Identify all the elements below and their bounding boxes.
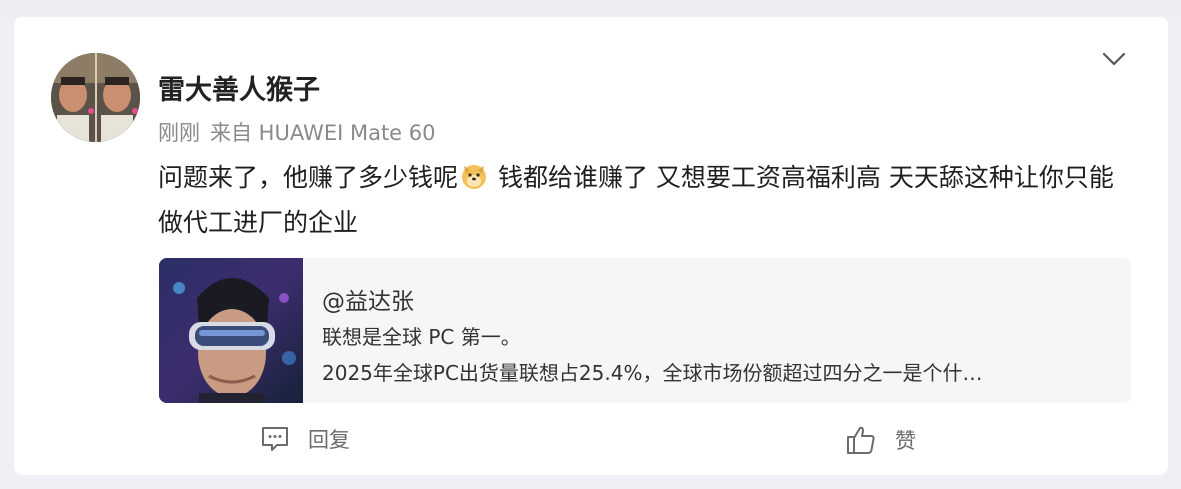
reply-label: 回复 <box>308 428 350 452</box>
reply-button[interactable]: 回复 <box>260 424 350 454</box>
thumbs-up-icon <box>845 424 877 456</box>
post-meta: 刚刚 来自 HUAWEI Mate 60 <box>158 117 436 147</box>
chevron-down-icon[interactable] <box>1100 48 1128 70</box>
post-text-part1: 问题来了，他赚了多少钱呢 <box>158 163 459 192</box>
quoted-post-line1: 联想是全球 PC 第一。 <box>322 325 521 349</box>
comment-icon <box>260 424 290 454</box>
post-time: 刚刚 <box>158 121 200 145</box>
top-strip <box>0 0 1181 14</box>
quoted-post-line2: 2025年全球PC出货量联想占25.4%，全球市场份额超过四分之一是个什… <box>322 361 983 385</box>
avatar[interactable] <box>51 53 140 142</box>
post-source: 来自 HUAWEI Mate 60 <box>210 121 436 145</box>
quoted-post-author[interactable]: @益达张 <box>322 282 414 316</box>
like-label: 赞 <box>895 429 916 453</box>
post-text: 问题来了，他赚了多少钱呢 钱都给谁赚了 又想要工资高福利高 天天舔这种让你只能做… <box>158 155 1118 245</box>
doge-emoji <box>460 159 488 189</box>
quoted-post[interactable]: @益达张 联想是全球 PC 第一。 2025年全球PC出货量联想占25.4%，全… <box>159 258 1131 403</box>
quoted-post-thumbnail <box>159 258 303 403</box>
username[interactable]: 雷大善人猴子 <box>158 68 320 107</box>
like-button[interactable]: 赞 <box>845 424 916 456</box>
